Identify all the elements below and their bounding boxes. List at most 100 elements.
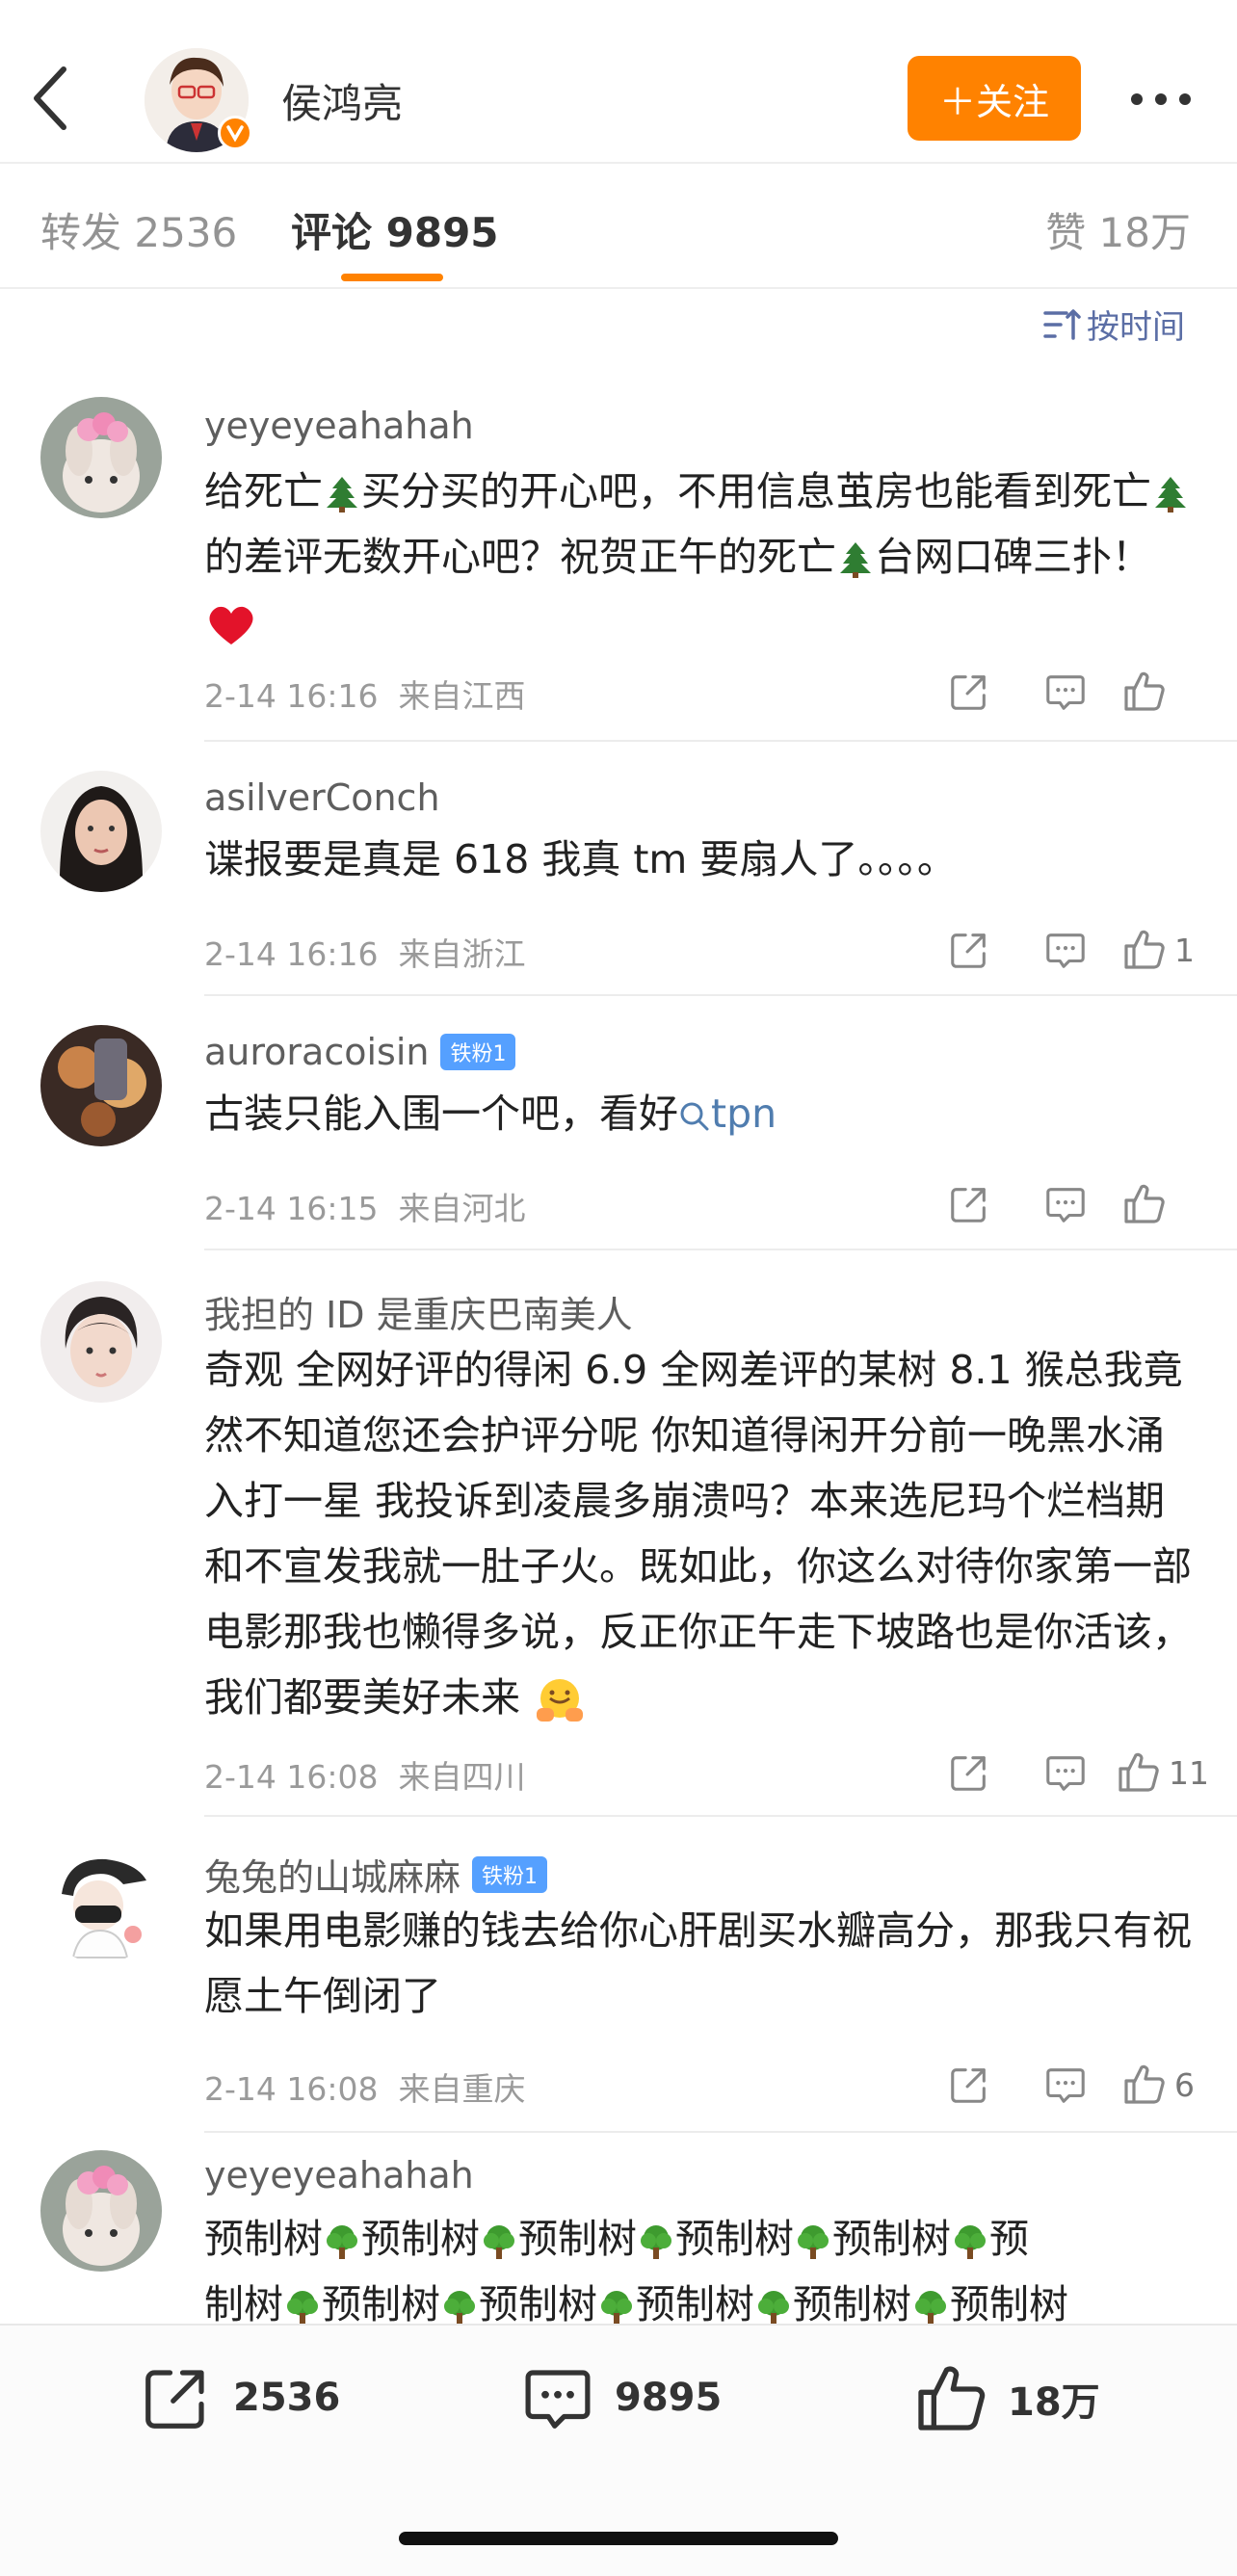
thumb-up-icon <box>1120 669 1167 715</box>
hugging-face-emoji <box>537 1679 584 1722</box>
share-button[interactable] <box>921 1746 1017 1800</box>
comment-meta: 2-14 16:15 来自河北 <box>204 1190 526 1227</box>
bottom-like-button[interactable]: 18万 <box>911 2360 1100 2437</box>
comment-username[interactable]: yeyeyeahahah <box>204 2154 474 2196</box>
thumb-up-icon <box>1120 927 1167 973</box>
comment-actions: 6 <box>921 2058 1210 2112</box>
share-icon <box>145 2370 204 2429</box>
reply-button[interactable] <box>1017 1746 1114 1800</box>
like-button[interactable] <box>1114 665 1210 719</box>
comment-actions: 1 <box>921 923 1210 977</box>
divider <box>204 1249 1237 1250</box>
share-button[interactable] <box>921 923 1017 977</box>
comment-username[interactable]: 兔兔的山城麻麻 铁粉1 <box>204 1848 548 1901</box>
deciduous-tree-emoji <box>440 2288 479 2326</box>
share-button[interactable] <box>921 2058 1017 2112</box>
more-button[interactable] <box>1127 75 1195 123</box>
evergreen-tree-emoji <box>1151 475 1190 513</box>
share-icon <box>947 1182 991 1226</box>
more-dots-icon <box>1131 93 1191 105</box>
back-button[interactable] <box>27 60 85 137</box>
comment-text: 谍报要是真是 618 我真 tm 要扇人了。。。。 <box>204 836 957 882</box>
comment-actions <box>921 1177 1210 1231</box>
comment-username[interactable]: 我担的 ID 是重庆巴南美人 <box>204 1285 633 1338</box>
thumb-up-icon <box>1115 1749 1161 1796</box>
reply-button[interactable] <box>1017 665 1114 719</box>
top-header: 侯鸿亮 ＋关注 <box>0 0 1237 164</box>
bottom-comment-button[interactable]: 9895 <box>520 2360 722 2435</box>
comment-username[interactable]: yeyeyeahahah <box>204 405 474 447</box>
follow-button[interactable]: ＋关注 <box>908 56 1081 141</box>
like-button[interactable]: 1 <box>1114 923 1210 977</box>
deciduous-tree-emoji <box>951 2222 989 2261</box>
like-button[interactable]: 11 <box>1114 1746 1210 1800</box>
deciduous-tree-emoji <box>480 2222 518 2261</box>
deciduous-tree-emoji <box>754 2288 793 2326</box>
evergreen-tree-emoji <box>323 475 361 513</box>
avatar[interactable] <box>40 397 162 518</box>
profile-username[interactable]: 侯鸿亮 <box>281 71 403 130</box>
comment-actions <box>921 665 1210 719</box>
share-icon <box>947 928 991 972</box>
comment-text: 如果用电影赚的钱去给你心肝剧买水瓣高分，那我只有祝愿土午倒闭了 <box>204 1907 1192 2019</box>
divider <box>204 740 1237 742</box>
share-icon <box>947 670 991 714</box>
avatar[interactable] <box>40 771 162 892</box>
thumb-up-icon <box>1120 2062 1167 2108</box>
comment-icon <box>1043 670 1088 714</box>
tab-comment[interactable]: 评论 9895 <box>291 200 499 259</box>
comment-text: 古装只能入围一个吧，看好 tpn <box>204 1091 777 1137</box>
search-icon <box>680 1102 709 1131</box>
deciduous-tree-emoji <box>637 2222 675 2261</box>
fan-badge: 铁粉1 <box>440 1034 516 1070</box>
tab-bar: 转发 2536 评论 9895 赞 18万 <box>0 166 1237 289</box>
comment-icon <box>1043 928 1088 972</box>
tab-repost[interactable]: 转发 2536 <box>40 200 237 259</box>
avatar[interactable] <box>40 1025 162 1146</box>
like-button[interactable] <box>1114 1177 1210 1231</box>
active-tab-indicator <box>341 274 443 281</box>
avatar[interactable] <box>40 2150 162 2272</box>
avatar[interactable] <box>40 1842 162 1963</box>
comment-icon <box>525 2370 591 2429</box>
deciduous-tree-emoji <box>911 2288 950 2326</box>
deciduous-tree-emoji <box>597 2288 636 2326</box>
comment-icon <box>1043 2063 1088 2107</box>
comment-meta: 2-14 16:08 来自重庆 <box>204 2070 526 2108</box>
like-button[interactable]: 6 <box>1114 2058 1210 2112</box>
comment-actions: 11 <box>921 1746 1210 1800</box>
deciduous-tree-emoji <box>283 2288 322 2326</box>
reply-button[interactable] <box>1017 1177 1114 1231</box>
share-icon <box>947 1750 991 1795</box>
comment-meta: 2-14 16:08 来自四川 <box>204 1758 526 1796</box>
chevron-left-icon <box>34 66 66 130</box>
comment-icon <box>1043 1750 1088 1795</box>
comment-icon <box>1043 1182 1088 1226</box>
red-heart-emoji <box>209 606 253 644</box>
avatar[interactable] <box>40 1281 162 1403</box>
share-button[interactable] <box>921 1177 1017 1231</box>
sort-label: 按时间 <box>1087 308 1185 347</box>
comment-username[interactable]: auroracoisin 铁粉1 <box>204 1031 516 1073</box>
comment-meta: 2-14 16:16 来自浙江 <box>204 935 526 973</box>
verified-badge-icon <box>218 116 252 150</box>
search-link[interactable]: tpn <box>678 1091 776 1137</box>
home-indicator <box>399 2532 838 2545</box>
deciduous-tree-emoji <box>794 2222 832 2261</box>
thumb-up-icon <box>918 2366 986 2431</box>
tab-likes[interactable]: 赞 18万 <box>1045 200 1191 259</box>
bottom-repost-button[interactable]: 2536 <box>139 2360 340 2435</box>
sort-button[interactable]: 按时间 <box>1042 301 1185 348</box>
comment-text: 预制树 预制树 预制树 预制树 预制树预制树 预制树 预制树 预制树 预制树 预制树 <box>204 2216 1068 2326</box>
thumb-up-icon <box>1120 1181 1167 1227</box>
share-button[interactable] <box>921 665 1017 719</box>
divider <box>204 1815 1237 1817</box>
reply-button[interactable] <box>1017 2058 1114 2112</box>
divider <box>204 2131 1237 2133</box>
comment-text: 给死亡 买分买的开心吧，不用信息茧房也能看到死亡的差评无数开心吧？祝贺正午的死亡台… <box>204 459 1197 655</box>
comment-text: 奇观 全网好评的得闲 6.9 全网差评的某树 8.1 猴总我竟然不知道您还会护评… <box>204 1337 1197 1730</box>
sort-icon <box>1043 308 1081 340</box>
reply-button[interactable] <box>1017 923 1114 977</box>
comment-meta: 2-14 16:16 来自江西 <box>204 677 526 715</box>
comment-username[interactable]: asilverConch <box>204 776 440 819</box>
